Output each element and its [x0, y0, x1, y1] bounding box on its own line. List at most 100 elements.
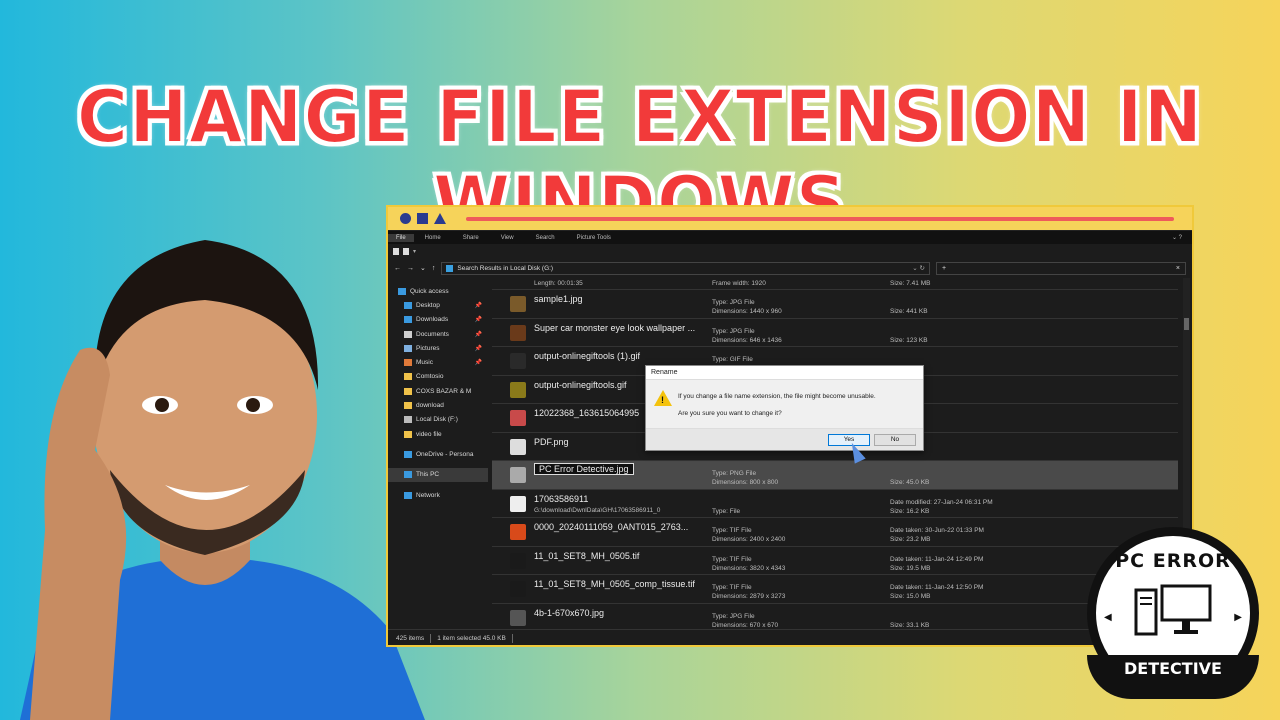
window-decor-bar: [388, 207, 1192, 231]
sidebar-item-label: Music: [416, 359, 433, 367]
file-detail: Dimensions: 800 x 800: [712, 479, 779, 486]
forward-arrow-icon[interactable]: →: [407, 265, 414, 272]
table-row[interactable]: PC Error Detective.jpg Type: PNG File Dime…: [492, 461, 1178, 490]
file-size: Size: 15.0 MB: [890, 593, 931, 600]
clear-search-icon[interactable]: ×: [1176, 265, 1180, 272]
music-folder-icon: [404, 359, 412, 367]
sidebar-item[interactable]: Comtosio: [388, 370, 488, 384]
file-name: 11_01_SET8_MH_0505.tif: [534, 550, 640, 561]
file-size: Size: 23.2 MB: [890, 536, 931, 543]
file-name: 4b-1-670x670.jpg: [534, 607, 605, 618]
properties-icon[interactable]: [393, 247, 399, 255]
file-detail: Dimensions: 1440 x 960: [712, 308, 782, 315]
table-row[interactable]: 11_01_SET8_MH_0505.tif Type: TIF File Dime…: [492, 547, 1178, 575]
table-row[interactable]: 17063586911 G:\download\DwnlData\GH\17063…: [492, 490, 1178, 518]
customize-toolbar-icon[interactable]: ▾: [413, 248, 416, 255]
sidebar-item-label: video file: [416, 430, 442, 438]
file-name: Super car monster eye look wallpaper ...: [534, 322, 696, 333]
file-thumbnail-icon: [510, 609, 526, 626]
pin-icon[interactable]: 📌: [475, 316, 488, 323]
file-detail: Dimensions: 2400 x 2400: [712, 536, 786, 543]
dialog-message: If you change a file name extension, the…: [678, 393, 876, 400]
file-type: Type: GIF File: [712, 356, 753, 363]
pin-icon[interactable]: 📌: [475, 302, 488, 309]
pin-icon[interactable]: 📌: [475, 345, 488, 352]
pin-icon[interactable]: 📌: [475, 359, 488, 366]
sidebar-item[interactable]: Desktop 📌: [388, 298, 488, 312]
download-folder-icon: [404, 316, 412, 324]
sidebar-item-label: Documents: [416, 330, 449, 338]
sidebar-item[interactable]: download: [388, 398, 488, 412]
file-thumbnail-icon: [510, 296, 526, 312]
file-name: output-onlinegiftools (1).gif: [534, 351, 641, 361]
sidebar-item-label: Quick access: [410, 287, 449, 295]
new-folder-icon[interactable]: [403, 247, 409, 255]
recent-chevron-icon[interactable]: ⌄: [420, 264, 426, 272]
table-row[interactable]: 11_01_SET8_MH_0505_comp_tissue.tif Type: …: [492, 575, 1178, 604]
sidebar-item[interactable]: Local Disk (F:): [388, 413, 488, 427]
back-arrow-icon[interactable]: ←: [394, 265, 401, 272]
table-row[interactable]: Length: 00:01:35 Frame width: 1920 Size:…: [492, 278, 1178, 290]
computer-icon: [1134, 584, 1212, 636]
status-divider: [430, 633, 432, 643]
no-button[interactable]: No: [874, 434, 916, 446]
up-arrow-icon[interactable]: ↑: [432, 265, 436, 272]
sidebar-item[interactable]: This PC: [388, 467, 488, 482]
scrollbar-thumb[interactable]: [1184, 318, 1189, 330]
file-name: 0000_20240111059_0ANT015_2763...: [534, 522, 689, 532]
address-bar[interactable]: Search Results in Local Disk (G:) ⌄ ↻: [441, 261, 930, 275]
circle-icon: [400, 213, 411, 224]
sidebar-item[interactable]: video file: [388, 427, 488, 441]
logo-top-text: PC ERROR: [1115, 550, 1231, 572]
file-list: Length: 00:01:35 Frame width: 1920 Size:…: [488, 278, 1192, 629]
tab-view[interactable]: View: [490, 235, 525, 241]
pc-error-detective-logo: PC ERROR ◀ ▶ DETECTIVE: [1087, 527, 1259, 699]
table-row[interactable]: 0000_20240111059_0ANT015_2763... Type: TI…: [492, 518, 1178, 547]
ribbon-expand-icon[interactable]: ⌄ ?: [1161, 234, 1192, 241]
file-type: Type: TIF File: [712, 555, 752, 563]
tab-search[interactable]: Search: [525, 235, 566, 241]
sidebar-item[interactable]: COXS BAZAR & M: [388, 384, 488, 398]
tab-picture-tools[interactable]: Picture Tools: [566, 235, 622, 241]
table-row[interactable]: 4b-1-670x670.jpg Type: JPG File Dimensions…: [492, 604, 1178, 630]
sidebar-item-label: Network: [416, 491, 440, 499]
file-name: 12022368_163615064995: [534, 408, 640, 418]
refresh-icon[interactable]: ⌄ ↻: [912, 264, 929, 272]
navigation-pane: Quick access Desktop 📌 Downloads 📌 Documents 📌…: [388, 278, 488, 629]
rename-input[interactable]: PC Error Detective.jpg: [534, 463, 634, 475]
sidebar-item[interactable]: Downloads 📌: [388, 313, 488, 327]
computer-icon: [404, 471, 412, 479]
file-size: Size: 441 KB: [890, 308, 928, 315]
file-size: Size: 123 KB: [890, 336, 928, 344]
file-thumbnail-icon: [510, 552, 526, 569]
file-type: Type: JPG File: [712, 299, 755, 306]
size-value: Size: 7.41 MB: [890, 280, 931, 287]
file-detail: Dimensions: 3820 x 4343: [712, 564, 786, 572]
file-size: Size: 33.1 KB: [890, 621, 930, 629]
tab-home[interactable]: Home: [414, 235, 452, 241]
warning-mark: !: [661, 395, 664, 405]
sidebar-item[interactable]: Music 📌: [388, 355, 488, 369]
file-thumbnail-icon: [510, 324, 526, 341]
sidebar-item[interactable]: OneDrive - Persona: [388, 447, 488, 461]
sidebar-item[interactable]: Pictures 📌: [388, 341, 488, 355]
search-input[interactable]: + ×: [936, 261, 1186, 275]
pin-icon[interactable]: 📌: [475, 331, 488, 338]
table-row[interactable]: Super car monster eye look wallpaper ...…: [492, 319, 1178, 347]
file-name: output-onlinegiftools.gif: [534, 379, 627, 390]
file-name: 17063586911: [534, 493, 589, 504]
sidebar-item-label: Local Disk (F:): [416, 416, 458, 424]
sidebar-item[interactable]: Documents 📌: [388, 327, 488, 341]
file-size: Size: 19.5 MB: [890, 564, 931, 572]
file-type: Type: JPG File: [712, 612, 755, 620]
tab-share[interactable]: Share: [452, 235, 490, 241]
sidebar-item-label: OneDrive - Persona: [416, 450, 474, 458]
presenter-illustration: [20, 240, 425, 720]
table-row[interactable]: sample1.jpg Type: JPG File Dimensions: 144…: [492, 290, 1178, 319]
sidebar-item[interactable]: Quick access: [388, 284, 488, 298]
sidebar-item[interactable]: Network: [388, 488, 488, 502]
documents-folder-icon: [404, 330, 412, 338]
selection-info: 1 item selected 45.0 KB: [437, 634, 506, 642]
sidebar-item-label: Pictures: [416, 344, 440, 352]
tab-file[interactable]: File: [388, 233, 414, 242]
